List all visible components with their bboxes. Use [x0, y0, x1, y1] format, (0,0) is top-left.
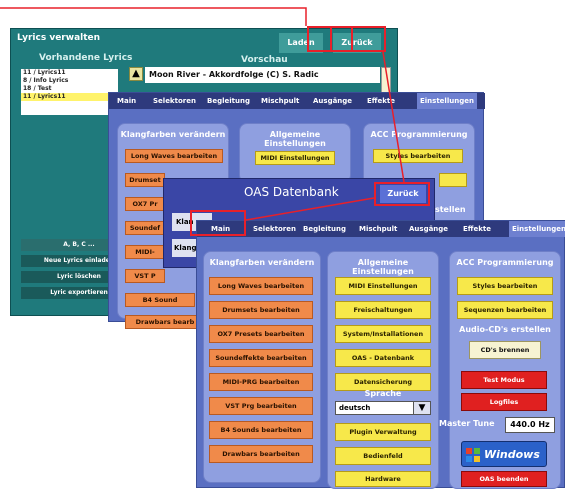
- burn-cd-button[interactable]: CD's brennen: [469, 341, 541, 359]
- menu-accompaniment[interactable]: Begleitung: [303, 221, 346, 237]
- hardware-button[interactable]: Hardware: [335, 471, 431, 487]
- styles-button[interactable]: Styles bearbeiten: [457, 277, 553, 295]
- test-mode-button[interactable]: Test Modus: [461, 371, 547, 389]
- menu-selectors[interactable]: Selektoren: [153, 93, 196, 109]
- settings-window-front: Main Selektoren Begleitung Mischpult Aus…: [196, 220, 565, 489]
- menu-mixer[interactable]: Mischpult: [261, 93, 299, 109]
- preview-header: Vorschau: [241, 55, 288, 65]
- plugin-management-button[interactable]: Plugin Verwaltung: [335, 423, 431, 441]
- b4-sounds-button[interactable]: B4 Sounds bearbeiten: [209, 421, 313, 439]
- oas-dialog-title: OAS Datenbank: [244, 185, 339, 199]
- midi-settings-button[interactable]: MIDI Einstellungen: [255, 151, 335, 165]
- list-item[interactable]: 18 / Test: [21, 85, 118, 93]
- list-header: Vorhandene Lyrics: [39, 53, 133, 63]
- sequences-button[interactable]: Sequenzen bearbeiten: [457, 301, 553, 319]
- oas-database-button[interactable]: OAS - Datenbank: [335, 349, 431, 367]
- midi-prg-button[interactable]: MIDI-PRG bearbeiten: [209, 373, 313, 391]
- list-item[interactable]: 11 / Lyrics11: [21, 69, 118, 77]
- highlight-main-menu: [190, 210, 246, 236]
- sound-panel-title: Klangfarben verändern: [120, 130, 226, 139]
- scroll-up-icon[interactable]: ▲: [129, 67, 143, 81]
- menu-outputs[interactable]: Ausgänge: [409, 221, 448, 237]
- ox7-button[interactable]: OX7 Pr: [125, 197, 165, 211]
- vst-button[interactable]: VST P: [125, 269, 165, 283]
- general-panel-title: Allgemeine Einstellungen: [352, 258, 414, 276]
- lyrics-list[interactable]: 11 / Lyrics11 8 / Info Lyrics 18 / Test …: [21, 69, 118, 115]
- drumsets-button[interactable]: Drumsets bearbeiten: [209, 301, 313, 319]
- lyrics-window-title: Lyrics verwalten: [17, 33, 101, 43]
- list-item-selected[interactable]: 11 / Lyrics11: [21, 93, 118, 101]
- quit-oas-button[interactable]: OAS beenden: [461, 471, 547, 487]
- long-waves-button[interactable]: Long Waves bearbeiten: [125, 149, 223, 163]
- master-tune-label: Master Tune: [439, 419, 495, 428]
- preview-field: Moon River - Akkordfolge (C) S. Radic: [145, 67, 380, 83]
- menu-selectors[interactable]: Selektoren: [253, 221, 296, 237]
- acc-partial-button[interactable]: [439, 173, 467, 187]
- drawbars-button[interactable]: Drawbars bearbeiten: [209, 445, 313, 463]
- menu-settings[interactable]: Einstellungen: [417, 93, 477, 109]
- vst-prg-button[interactable]: VST Prg bearbeiten: [209, 397, 313, 415]
- audio-cd-title: Audio-CD's erstellen: [459, 325, 551, 334]
- general-panel-title: Allgemeine Einstellungen: [264, 130, 326, 148]
- highlight-back: [330, 26, 386, 52]
- acc-panel-title: ACC Programmierung: [370, 130, 468, 139]
- menu-bar: Main Selektoren Begleitung Mischpult Aus…: [197, 221, 565, 237]
- logfiles-button[interactable]: Logfiles: [461, 393, 547, 411]
- acc-panel-title: ACC Programmierung: [456, 258, 554, 267]
- menu-mixer[interactable]: Mischpult: [359, 221, 397, 237]
- list-item[interactable]: 8 / Info Lyrics: [21, 77, 118, 85]
- master-tune-field[interactable]: 440.0 Hz: [505, 417, 555, 433]
- midi-settings-button[interactable]: MIDI Einstellungen: [335, 277, 431, 295]
- menu-accompaniment[interactable]: Begleitung: [207, 93, 250, 109]
- create-partial-label: rstellen: [431, 205, 466, 214]
- styles-button[interactable]: Styles bearbeiten: [373, 149, 463, 163]
- unlocks-button[interactable]: Freischaltungen: [335, 301, 431, 319]
- soundeffects-button[interactable]: Soundef: [125, 221, 165, 235]
- sound-panel-title: Klangfarben verändern: [209, 258, 315, 267]
- windows-label: Windows: [484, 448, 540, 461]
- control-panel-button[interactable]: Bedienfeld: [335, 447, 431, 465]
- language-label: Sprache: [364, 389, 402, 398]
- long-waves-button[interactable]: Long Waves bearbeiten: [209, 277, 313, 295]
- drawbars-button[interactable]: Drawbars bearb: [125, 315, 205, 329]
- soundeffects-button[interactable]: Soundeffekte bearbeiten: [209, 349, 313, 367]
- menu-main[interactable]: Main: [117, 93, 136, 109]
- menu-settings[interactable]: Einstellungen: [509, 221, 565, 237]
- windows-logo-icon: [466, 447, 480, 462]
- language-select[interactable]: deutsch: [335, 401, 415, 415]
- menu-outputs[interactable]: Ausgänge: [313, 93, 352, 109]
- ox7-presets-button[interactable]: OX7 Presets bearbeiten: [209, 325, 313, 343]
- menu-effects[interactable]: Effekte: [463, 221, 491, 237]
- menu-bar: Main Selektoren Begleitung Mischpult Aus…: [109, 93, 485, 109]
- b4-button[interactable]: B4 Sound: [125, 293, 195, 307]
- system-installations-button[interactable]: System/Installationen: [335, 325, 431, 343]
- drumset-button[interactable]: Drumset: [125, 173, 165, 187]
- highlight-oas-back: [374, 182, 430, 206]
- midi-button[interactable]: MIDI-: [125, 245, 165, 259]
- chevron-down-icon[interactable]: ▼: [413, 401, 431, 415]
- windows-button[interactable]: Windows: [461, 441, 547, 467]
- menu-effects[interactable]: Effekte: [367, 93, 395, 109]
